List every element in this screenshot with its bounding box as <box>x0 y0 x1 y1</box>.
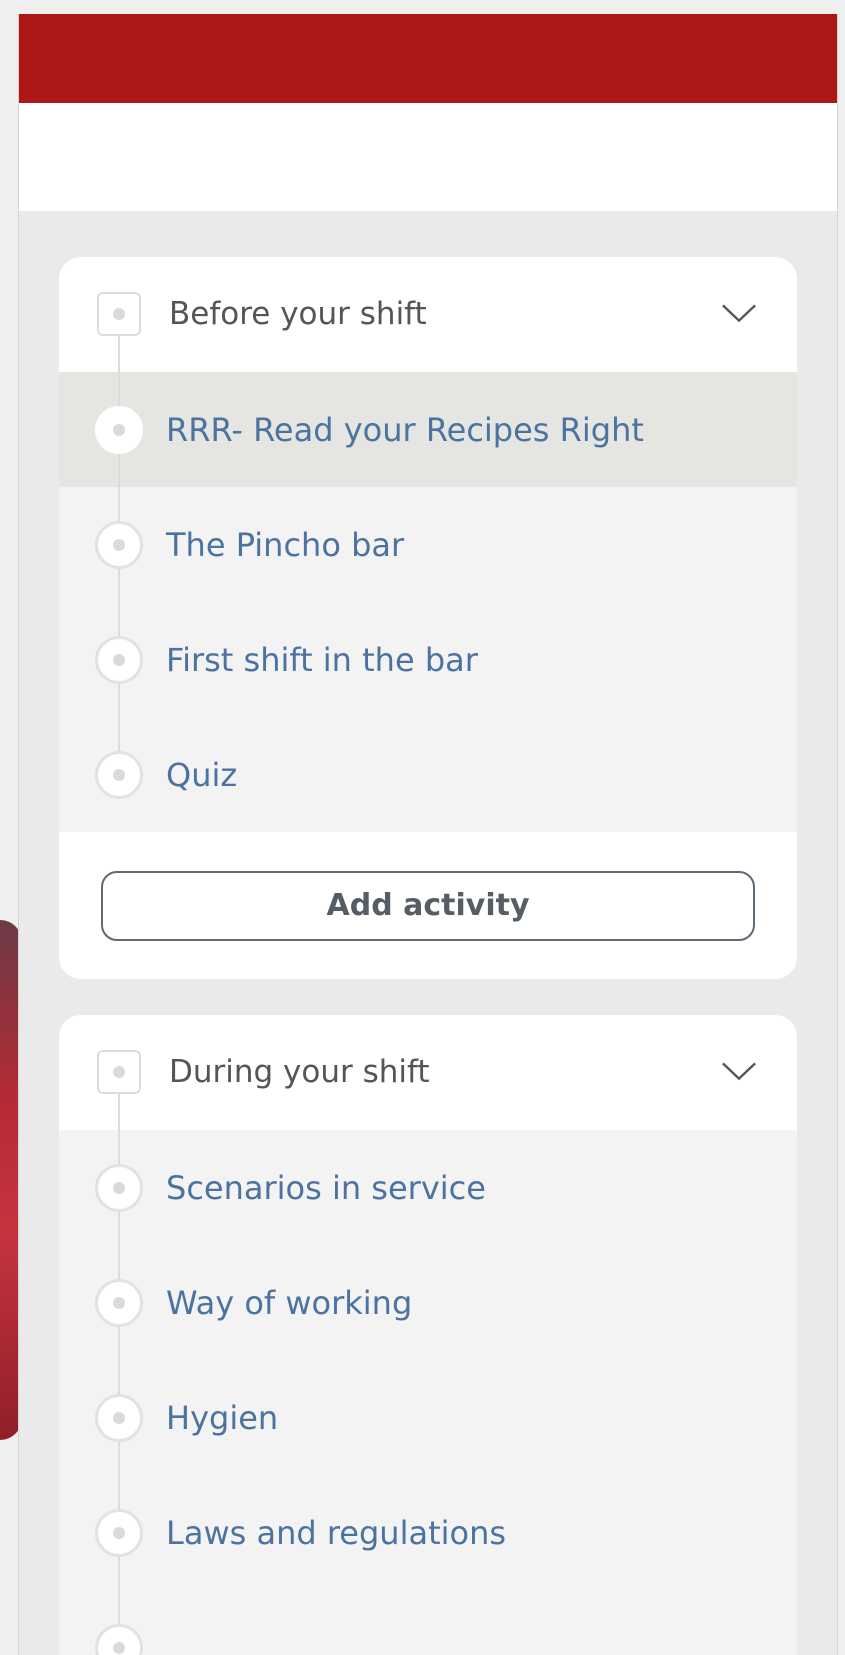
timeline-line <box>118 1442 120 1475</box>
timeline-line <box>118 1245 120 1279</box>
activity-label: RRR- Read your Recipes Right <box>166 410 644 449</box>
activity-node-icon <box>95 751 143 799</box>
timeline-line <box>118 717 120 751</box>
sub-header <box>19 103 837 211</box>
timeline-line <box>118 684 120 717</box>
add-activity-area: Add activity <box>59 832 797 979</box>
timeline-line <box>118 1212 120 1245</box>
activity-node-icon <box>95 1164 143 1212</box>
timeline-line <box>118 1557 120 1590</box>
section-card-before-shift: Before your shift RRR- Read your Recipes… <box>59 257 797 979</box>
activity-item[interactable]: Way of working <box>59 1245 797 1360</box>
activity-item[interactable]: The Pincho bar <box>59 487 797 602</box>
activity-node-icon <box>95 636 143 684</box>
activity-item[interactable]: Scenarios in service <box>59 1130 797 1245</box>
chevron-down-icon[interactable] <box>721 295 757 331</box>
timeline-line <box>118 454 120 487</box>
activity-label: Quiz <box>166 755 238 794</box>
add-activity-button[interactable]: Add activity <box>101 870 755 941</box>
activity-node-icon <box>95 1279 143 1327</box>
activity-item[interactable]: First shift in the bar <box>59 602 797 717</box>
activity-node-icon <box>95 406 143 454</box>
section-node-icon <box>97 292 141 336</box>
timeline-line <box>118 1475 120 1509</box>
section-title: During your shift <box>169 1054 430 1090</box>
timeline-line <box>118 336 120 372</box>
activity-label: First shift in the bar <box>166 640 478 679</box>
timeline-line <box>118 1094 120 1130</box>
activity-label: Way of working <box>166 1283 413 1322</box>
timeline-line <box>118 1130 120 1164</box>
activity-label: Scenarios in service <box>166 1168 486 1207</box>
timeline-line <box>118 602 120 636</box>
section-header[interactable]: During your shift <box>59 1015 797 1130</box>
activity-item-partial[interactable] <box>59 1590 797 1655</box>
course-content: Before your shift RRR- Read your Recipes… <box>19 211 837 1655</box>
timeline-line <box>118 569 120 602</box>
section-title: Before your shift <box>169 296 427 332</box>
section-header[interactable]: Before your shift <box>59 257 797 372</box>
activity-node-icon <box>95 1509 143 1557</box>
timeline-line <box>118 1327 120 1360</box>
activity-item[interactable]: Quiz <box>59 717 797 832</box>
activity-node-icon <box>95 1394 143 1442</box>
mobile-frame: Before your shift RRR- Read your Recipes… <box>18 14 838 1655</box>
activity-list: Scenarios in service Way of working Hygi… <box>59 1130 797 1655</box>
activity-node-icon <box>95 1624 143 1655</box>
chevron-down-icon[interactable] <box>721 1053 757 1089</box>
timeline-line <box>118 487 120 521</box>
timeline-line <box>118 1590 120 1624</box>
activity-item[interactable]: RRR- Read your Recipes Right <box>59 372 797 487</box>
top-app-bar <box>19 14 837 103</box>
activity-label: The Pincho bar <box>166 525 405 564</box>
timeline-line <box>118 372 120 406</box>
activity-item[interactable]: Laws and regulations <box>59 1475 797 1590</box>
activity-list: RRR- Read your Recipes Right The Pincho … <box>59 372 797 832</box>
activity-label: Hygien <box>166 1398 279 1437</box>
activity-label: Laws and regulations <box>166 1513 507 1552</box>
activity-item[interactable]: Hygien <box>59 1360 797 1475</box>
timeline-line <box>118 1360 120 1394</box>
section-card-during-shift: During your shift Scenarios in service W… <box>59 1015 797 1655</box>
activity-node-icon <box>95 521 143 569</box>
section-node-icon <box>97 1050 141 1094</box>
